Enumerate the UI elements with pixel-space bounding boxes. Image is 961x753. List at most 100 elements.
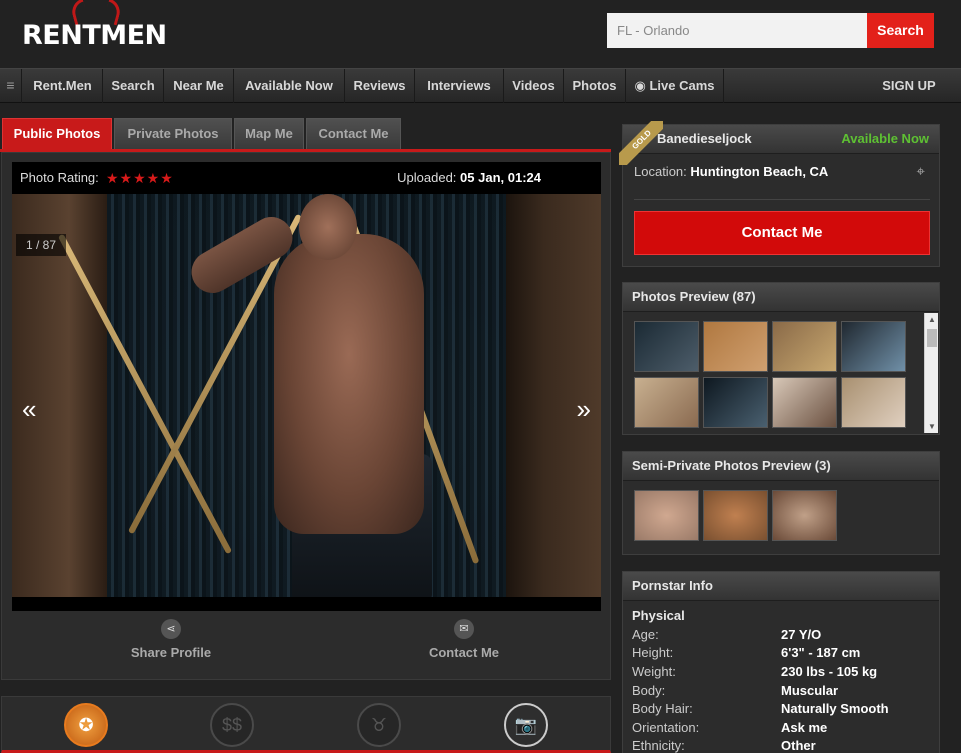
blurred-photo-thumbnail[interactable] xyxy=(772,490,837,541)
camera-icon[interactable]: 📷 xyxy=(504,703,548,747)
info-value: Muscular xyxy=(781,683,839,698)
photo-thumbnail[interactable] xyxy=(772,377,837,428)
scroll-thumb[interactable] xyxy=(927,329,937,347)
photo-thumbnail[interactable] xyxy=(634,321,699,372)
photos-preview-title: Photos Preview (87) xyxy=(623,283,939,312)
blurred-photo-thumbnail[interactable] xyxy=(703,490,768,541)
site-logo[interactable]: RENTMEN xyxy=(22,20,167,51)
photo-thumbnail[interactable] xyxy=(703,321,768,372)
main-nav: ≡ Rent.Men Search Near Me Available Now … xyxy=(0,68,961,103)
nav-rent-men[interactable]: Rent.Men xyxy=(23,69,103,103)
physical-section-heading: Physical xyxy=(632,608,685,623)
photo-thumbnail[interactable] xyxy=(772,321,837,372)
map-pin-icon[interactable]: ⌖ xyxy=(917,163,925,180)
photo-rating-label: Photo Rating: xyxy=(20,170,99,185)
photo-panel: Photo Rating: ★★★★★ Uploaded: 05 Jan, 01… xyxy=(1,152,611,680)
share-icon: ⋖ xyxy=(161,619,181,639)
info-key: Ethnicity: xyxy=(632,738,685,753)
nav-live-cams[interactable]: ◉ Live Cams xyxy=(626,69,724,103)
info-value: 230 lbs - 105 kg xyxy=(781,664,878,679)
info-key: Age: xyxy=(632,627,659,642)
badges-panel: ✪ $$ ♉ 📷 xyxy=(1,696,611,753)
contact-me-button[interactable]: Contact Me xyxy=(634,211,930,255)
info-key: Body Hair: xyxy=(632,701,693,716)
tab-contact-me[interactable]: Contact Me xyxy=(306,118,401,149)
next-photo-arrow-icon[interactable]: » xyxy=(577,394,591,425)
profile-header: Banedieseljock Available Now xyxy=(623,125,939,154)
pornstar-info-box: Pornstar Info Physical Age: 27 Y/O Heigh… xyxy=(622,571,940,753)
info-row: Ethnicity: Other xyxy=(632,738,932,753)
availability-status: Available Now xyxy=(841,131,929,146)
nav-reviews[interactable]: Reviews xyxy=(345,69,415,103)
tab-public-photos[interactable]: Public Photos xyxy=(2,118,112,149)
info-value: Ask me xyxy=(781,720,828,735)
nav-videos[interactable]: Videos xyxy=(504,69,564,103)
gold-badge: GOLD xyxy=(619,121,663,165)
search-button[interactable]: Search xyxy=(867,13,934,48)
main-photo[interactable]: 1 / 87 « » xyxy=(12,194,601,597)
uploaded-date: 05 Jan, 01:24 xyxy=(460,170,541,185)
hamburger-icon[interactable]: ≡ xyxy=(0,69,22,103)
nav-interviews[interactable]: Interviews xyxy=(415,69,504,103)
info-title: Pornstar Info xyxy=(623,572,939,601)
rating-stars[interactable]: ★★★★★ xyxy=(106,162,174,194)
scroll-up-icon[interactable]: ▲ xyxy=(928,315,936,324)
nav-search[interactable]: Search xyxy=(103,69,164,103)
nav-photos[interactable]: Photos xyxy=(564,69,626,103)
info-key: Orientation: xyxy=(632,720,700,735)
location-label: Location: xyxy=(634,164,687,179)
photo-subject xyxy=(299,194,357,260)
info-value: 6'3" - 187 cm xyxy=(781,645,861,660)
webcam-icon: ◉ xyxy=(634,78,646,93)
nav-sign-up[interactable]: SIGN UP xyxy=(879,69,939,103)
info-row: Height: 6'3" - 187 cm xyxy=(632,645,932,663)
photo-subject xyxy=(274,234,424,534)
uploaded-label: Uploaded: xyxy=(397,170,457,185)
tab-map-me[interactable]: Map Me xyxy=(234,118,304,149)
thumbnail-scrollbar[interactable]: ▲ ▼ xyxy=(924,313,938,433)
info-row: Body: Muscular xyxy=(632,683,932,701)
nav-near-me[interactable]: Near Me xyxy=(164,69,234,103)
share-profile-label: Share Profile xyxy=(130,645,212,660)
envelope-icon: ✉ xyxy=(454,619,474,639)
info-key: Height: xyxy=(632,645,674,660)
location-search-input[interactable]: FL - Orlando xyxy=(607,13,867,48)
username[interactable]: Banedieseljock xyxy=(657,125,752,153)
photo-footer-bar xyxy=(12,597,601,611)
location-value: Huntington Beach, CA xyxy=(690,164,829,179)
info-row: Age: 27 Y/O xyxy=(632,627,932,645)
divider xyxy=(634,199,930,200)
uploaded-info: Uploaded: 05 Jan, 01:24 xyxy=(397,162,541,194)
tab-private-photos[interactable]: Private Photos xyxy=(114,118,232,149)
info-key: Body: xyxy=(632,683,666,698)
award-ribbon-icon[interactable]: ✪ xyxy=(64,703,108,747)
nav-available-now[interactable]: Available Now xyxy=(234,69,345,103)
photo-thumbnail[interactable] xyxy=(634,377,699,428)
site-header: RENTMEN FL - Orlando Search xyxy=(0,0,961,68)
previous-photo-arrow-icon[interactable]: « xyxy=(22,394,36,425)
photo-viewer: Photo Rating: ★★★★★ Uploaded: 05 Jan, 01… xyxy=(12,162,601,611)
photos-preview-box: Photos Preview (87) ▲ ▼ xyxy=(622,282,940,435)
share-profile-button[interactable]: ⋖ Share Profile xyxy=(106,619,236,660)
contact-me-action-label: Contact Me xyxy=(428,645,500,660)
info-key: Weight: xyxy=(632,664,676,679)
scroll-down-icon[interactable]: ▼ xyxy=(928,422,936,431)
photo-thumbnail[interactable] xyxy=(841,321,906,372)
dollar-icon[interactable]: $$ xyxy=(210,703,254,747)
photo-info-bar: Photo Rating: ★★★★★ Uploaded: 05 Jan, 01… xyxy=(12,162,601,194)
info-row: Weight: 230 lbs - 105 kg xyxy=(632,664,932,682)
photo-counter: 1 / 87 xyxy=(16,234,66,256)
semi-private-preview-box: Semi-Private Photos Preview (3) xyxy=(622,451,940,555)
nav-live-cams-label: Live Cams xyxy=(649,78,715,93)
info-value: Naturally Smooth xyxy=(781,701,889,716)
horns-icon[interactable]: ♉ xyxy=(357,703,401,747)
blurred-photo-thumbnail[interactable] xyxy=(634,490,699,541)
photo-thumbnail[interactable] xyxy=(841,377,906,428)
photo-thumbnail[interactable] xyxy=(703,377,768,428)
profile-summary-box: Banedieseljock Available Now GOLD Locati… xyxy=(619,121,940,267)
info-row: Body Hair: Naturally Smooth xyxy=(632,701,932,719)
contact-me-action-button[interactable]: ✉ Contact Me xyxy=(399,619,529,660)
info-row: Orientation: Ask me xyxy=(632,720,932,738)
info-value: Other xyxy=(781,738,816,753)
gold-badge-label: GOLD xyxy=(619,121,663,165)
